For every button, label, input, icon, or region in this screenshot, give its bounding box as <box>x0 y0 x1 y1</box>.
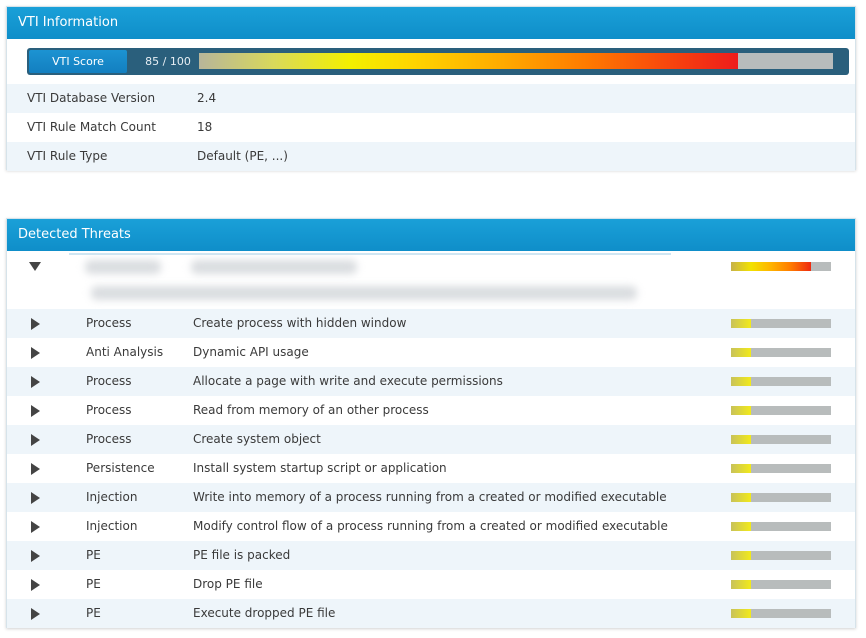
triangle-down-icon[interactable] <box>29 262 41 271</box>
threat-category: Process <box>86 432 132 446</box>
threat-category: PE <box>86 606 101 620</box>
threat-score-bar <box>731 580 831 589</box>
threat-score-fill <box>731 551 751 560</box>
triangle-right-icon[interactable] <box>31 550 40 562</box>
threat-description: Drop PE file <box>193 577 263 591</box>
threat-description: Write into memory of a process running f… <box>193 490 667 504</box>
threat-score-fill <box>731 435 751 444</box>
vti-score-fill <box>199 53 738 69</box>
threat-score-fill <box>731 522 751 531</box>
info-value: Default (PE, ...) <box>197 149 288 163</box>
threat-category: Process <box>86 374 132 388</box>
vti-score-track <box>199 53 833 69</box>
threat-score-bar <box>731 464 831 473</box>
threat-row[interactable]: Process Create process with hidden window <box>7 309 855 338</box>
threat-category: Anti Analysis <box>86 345 164 359</box>
threat-score-bar <box>731 406 831 415</box>
threat-score-fill <box>731 262 811 271</box>
vti-information-panel: VTI Information VTI Score 85 / 100 VTI D… <box>6 6 856 171</box>
threat-score-bar <box>731 435 831 444</box>
threat-description: PE file is packed <box>193 548 291 562</box>
threat-description: Create system object <box>193 432 321 446</box>
triangle-right-icon[interactable] <box>31 492 40 504</box>
detected-threats-panel: Detected Threats Process Create process w… <box>6 218 856 628</box>
threat-row[interactable]: Injection Modify control flow of a proces… <box>7 512 855 541</box>
threat-row[interactable]: Process Read from memory of an other proc… <box>7 396 855 425</box>
info-key: VTI Rule Type <box>27 149 108 163</box>
triangle-right-icon[interactable] <box>31 347 40 359</box>
threat-category: Injection <box>86 490 138 504</box>
threat-row[interactable]: Process Allocate a page with write and ex… <box>7 367 855 396</box>
redacted-category <box>85 260 161 274</box>
threat-category: Process <box>86 403 132 417</box>
threat-score-bar <box>731 493 831 502</box>
threat-score-bar <box>731 262 831 271</box>
threat-score-fill <box>731 406 751 415</box>
threat-row[interactable]: PE Execute dropped PE file <box>7 599 855 628</box>
threat-description: Allocate a page with write and execute p… <box>193 374 503 388</box>
threat-row[interactable]: Persistence Install system startup script… <box>7 454 855 483</box>
threat-score-fill <box>731 348 751 357</box>
info-key: VTI Database Version <box>27 91 156 105</box>
info-key: VTI Rule Match Count <box>27 120 156 134</box>
threat-row[interactable]: Process Create system object <box>7 425 855 454</box>
threat-category: PE <box>86 577 101 591</box>
threat-row[interactable]: PE PE file is packed <box>7 541 855 570</box>
threat-score-bar <box>731 522 831 531</box>
threats-panel-title: Detected Threats <box>7 219 855 251</box>
triangle-right-icon[interactable] <box>31 521 40 533</box>
threat-score-fill <box>731 609 751 618</box>
triangle-right-icon[interactable] <box>31 318 40 330</box>
threat-description: Modify control flow of a process running… <box>193 519 668 533</box>
expanded-threat-row[interactable] <box>7 251 855 309</box>
triangle-right-icon[interactable] <box>31 579 40 591</box>
threat-category: Persistence <box>86 461 155 475</box>
threat-category: PE <box>86 548 101 562</box>
vti-score-label: VTI Score <box>29 50 127 73</box>
threat-description: Dynamic API usage <box>193 345 309 359</box>
threat-row[interactable]: PE Drop PE file <box>7 570 855 599</box>
info-row-database-version: VTI Database Version 2.4 <box>7 84 855 113</box>
threat-row[interactable]: Anti Analysis Dynamic API usage <box>7 338 855 367</box>
vti-score-value: 85 / 100 <box>145 55 191 68</box>
threat-category: Injection <box>86 519 138 533</box>
threat-score-bar <box>731 377 831 386</box>
redacted-title <box>191 260 357 274</box>
vti-score-bar: VTI Score 85 / 100 <box>27 48 849 75</box>
info-row-rule-type: VTI Rule Type Default (PE, ...) <box>7 142 855 171</box>
triangle-right-icon[interactable] <box>31 434 40 446</box>
triangle-right-icon[interactable] <box>31 463 40 475</box>
threat-score-bar <box>731 348 831 357</box>
vti-panel-title: VTI Information <box>7 7 855 39</box>
threat-score-fill <box>731 319 751 328</box>
threat-score-bar <box>731 319 831 328</box>
triangle-right-icon[interactable] <box>31 608 40 620</box>
threat-description: Execute dropped PE file <box>193 606 336 620</box>
threat-row[interactable]: Injection Write into memory of a process … <box>7 483 855 512</box>
threat-score-fill <box>731 580 751 589</box>
info-value: 2.4 <box>197 91 217 105</box>
triangle-right-icon[interactable] <box>31 405 40 417</box>
triangle-right-icon[interactable] <box>31 376 40 388</box>
threat-description: Install system startup script or applica… <box>193 461 447 475</box>
threat-description: Create process with hidden window <box>193 316 407 330</box>
info-value: 18 <box>197 120 213 134</box>
threat-score-bar <box>731 609 831 618</box>
threat-score-fill <box>731 493 751 502</box>
threat-description: Read from memory of an other process <box>193 403 429 417</box>
threat-category: Process <box>86 316 132 330</box>
info-row-rule-match-count: VTI Rule Match Count 18 <box>7 113 855 142</box>
redacted-details <box>91 286 637 300</box>
threat-score-fill <box>731 464 751 473</box>
threat-score-fill <box>731 377 751 386</box>
expanded-divider <box>69 253 671 255</box>
threat-score-bar <box>731 551 831 560</box>
